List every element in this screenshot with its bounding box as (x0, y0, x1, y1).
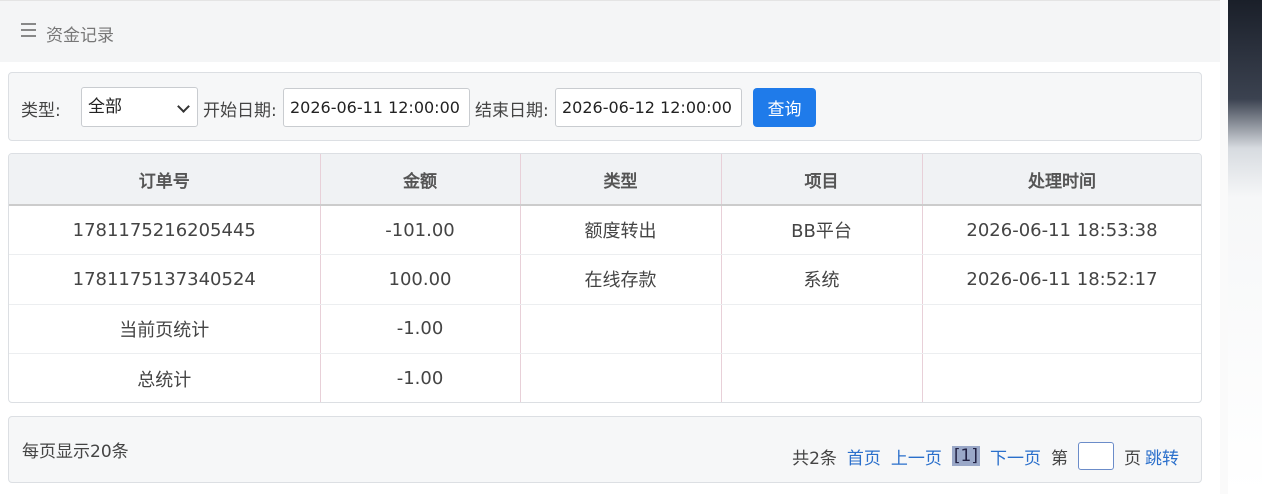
cell-empty (922, 304, 1201, 354)
cell-empty (721, 304, 923, 354)
next-page-link[interactable]: 下一页 (990, 444, 1041, 469)
table-row: 1781175137340524 100.00 在线存款 系统 2026-06-… (9, 254, 1201, 305)
goto-page-input[interactable] (1078, 442, 1114, 470)
table-header-row: 订单号 金额 类型 项目 处理时间 (9, 154, 1201, 206)
goto-prefix: 第 (1051, 448, 1068, 469)
total-summary-row: 总统计 -1.00 (9, 353, 1201, 402)
pagination-controls: 共2条 首页 上一页 [1] 下一页 第 页 跳转 (782, 442, 1179, 470)
cell-empty (922, 353, 1201, 402)
page-header: 资金记录 (0, 0, 1220, 62)
cell-item: BB平台 (721, 205, 923, 255)
jump-link[interactable]: 跳转 (1145, 444, 1179, 469)
main-panel: 资金记录 类型: 全部 开始日期: 结束日期: 查询 订单号 金额 类型 项目 … (0, 0, 1220, 494)
prev-page-link[interactable]: 上一页 (891, 444, 942, 469)
page-title: 资金记录 (46, 26, 114, 46)
cell-order-no: 1781175137340524 (9, 254, 321, 305)
pagination-bar: 每页显示20条 共2条 首页 上一页 [1] 下一页 第 页 跳转 (8, 416, 1202, 483)
first-page-link[interactable]: 首页 (847, 444, 881, 469)
menu-icon[interactable] (21, 23, 36, 37)
records-table: 订单号 金额 类型 项目 处理时间 1781175216205445 -101.… (8, 153, 1202, 403)
scroll-gap (1220, 0, 1228, 494)
query-button[interactable]: 查询 (753, 88, 816, 127)
filter-bar: 类型: 全部 开始日期: 结束日期: 查询 (8, 72, 1202, 141)
end-date-input[interactable] (555, 88, 742, 127)
header-item: 项目 (721, 154, 923, 206)
cell-amount: -101.00 (320, 205, 521, 255)
cell-time: 2026-06-11 18:53:38 (922, 205, 1201, 255)
cell-time: 2026-06-11 18:52:17 (922, 254, 1201, 305)
header-order-no: 订单号 (9, 154, 321, 206)
start-date-label: 开始日期: (203, 101, 277, 121)
cell-summary-amount: -1.00 (320, 304, 521, 354)
end-date-label: 结束日期: (475, 101, 549, 121)
cell-type: 在线存款 (520, 254, 722, 305)
cell-total-amount: -1.00 (320, 353, 521, 402)
goto-suffix: 页 (1124, 448, 1141, 469)
cell-item: 系统 (721, 254, 923, 305)
cell-empty (721, 353, 923, 402)
cell-type: 额度转出 (520, 205, 722, 255)
cell-order-no: 1781175216205445 (9, 205, 321, 255)
cell-empty (520, 353, 722, 402)
cell-amount: 100.00 (320, 254, 521, 305)
current-page: [1] (951, 446, 980, 466)
per-page-text: 每页显示20条 (22, 442, 129, 462)
page-summary-row: 当前页统计 -1.00 (9, 304, 1201, 354)
type-label: 类型: (21, 101, 61, 121)
side-panel (1228, 0, 1262, 494)
cell-empty (520, 304, 722, 354)
start-date-input[interactable] (283, 88, 470, 127)
table-row: 1781175216205445 -101.00 额度转出 BB平台 2026-… (9, 205, 1201, 255)
cell-summary-label: 当前页统计 (9, 304, 321, 354)
header-amount: 金额 (320, 154, 521, 206)
total-count: 共2条 (792, 448, 837, 469)
cell-total-label: 总统计 (9, 353, 321, 402)
header-process-time: 处理时间 (922, 154, 1201, 206)
header-type: 类型 (520, 154, 722, 206)
